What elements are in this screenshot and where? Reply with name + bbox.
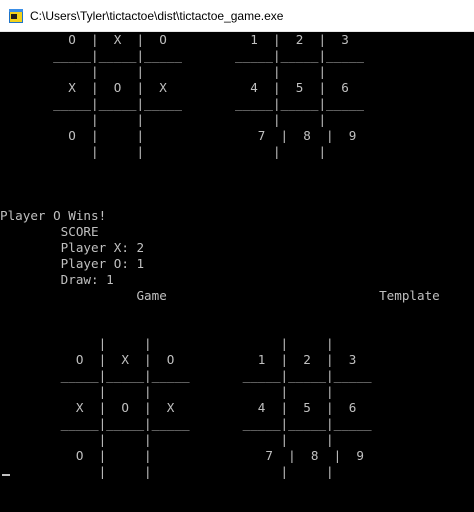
console-line: Player O Wins! [0,208,107,223]
console-line: Game Template [0,288,440,303]
console-line: _____|_____|_____ _____|_____|_____ [0,368,372,383]
console-line: O | X | O 1 | 2 | 3 [0,32,349,47]
console-line: | | | | [0,64,327,79]
console-line: O | X | O 1 | 2 | 3 [0,352,357,367]
console-output[interactable]: O | X | O 1 | 2 | 3 _____|_____|_____ __… [0,32,474,512]
text-cursor [2,474,10,476]
console-app-icon-graphic [9,8,23,23]
console-line: O | | 7 | 8 | 9 [0,448,364,463]
console-app-icon [8,8,24,24]
console-line: SCORE [0,224,99,239]
window-title: C:\Users\Tyler\tictactoe\dist\tictactoe_… [30,8,284,23]
window-titlebar[interactable]: C:\Users\Tyler\tictactoe\dist\tictactoe_… [0,0,474,32]
console-line: | | | | [0,432,334,447]
console-line: Player O: 1 [0,256,145,271]
console-line: X | O | X 4 | 5 | 6 [0,400,357,415]
console-line: Draw: 1 [0,272,114,287]
console-line: | | | | [0,384,334,399]
console-line: O | | 7 | 8 | 9 [0,128,357,143]
console-line: X | O | X 4 | 5 | 6 [0,80,349,95]
console-line: _____|_____|_____ _____|_____|_____ [0,48,364,63]
console-line: _____|_____|_____ _____|_____|_____ [0,416,372,431]
console-line: | | | | [0,112,327,127]
console-line: Player X: 2 [0,240,145,255]
console-line: | | | | [0,336,334,351]
console-line: _____|_____|_____ _____|_____|_____ [0,96,364,111]
console-line: | | | | [0,144,327,159]
console-line: | | | | [0,464,334,479]
